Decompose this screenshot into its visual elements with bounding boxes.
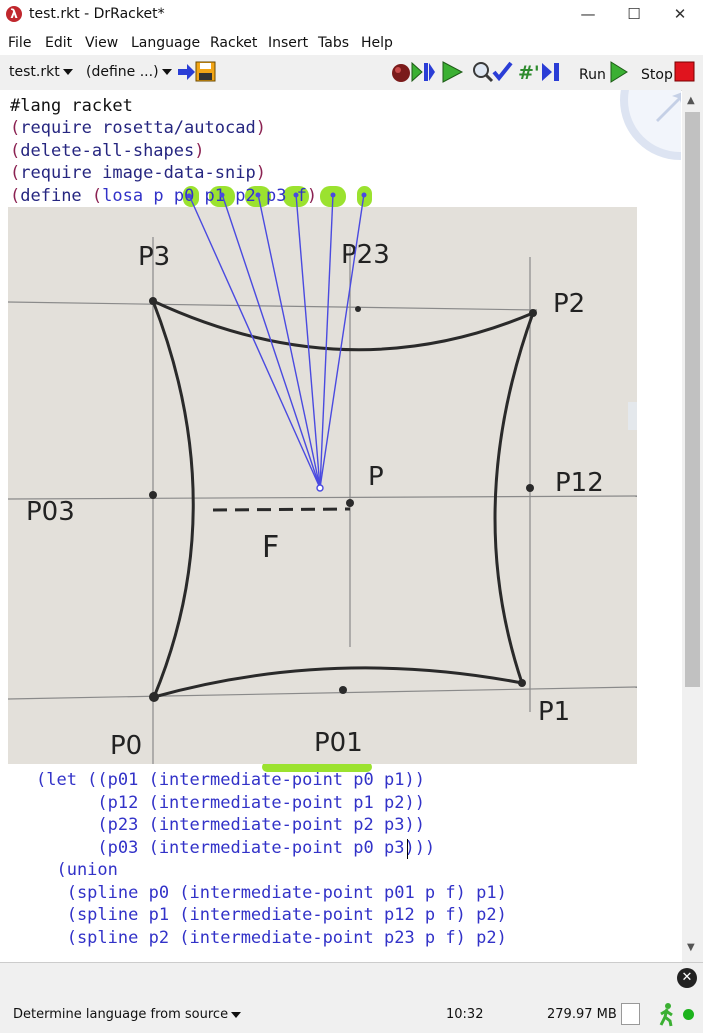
memory-usage[interactable]: 279.97 MB	[547, 1007, 617, 1022]
language-selector[interactable]: Determine language from source	[13, 1007, 242, 1022]
close-pane-icon[interactable]: ✕	[677, 968, 697, 988]
language-label: Determine language from source	[13, 1007, 229, 1022]
walking-man-icon	[659, 1003, 673, 1027]
cursor-position: 10:32	[446, 1007, 484, 1022]
scroll-down-icon[interactable]: ▼	[687, 942, 695, 953]
scrollbar-thumb[interactable]	[685, 112, 700, 687]
status-indicator-icon	[683, 1009, 694, 1020]
binding-arrows	[186, 192, 367, 492]
status-bar: ✕ Determine language from source 10:32 2…	[0, 962, 703, 1033]
vertical-scrollbar[interactable]: ▲ ▼	[682, 90, 703, 962]
gc-indicator	[621, 1003, 640, 1025]
chevron-down-icon	[231, 1011, 242, 1018]
scroll-up-icon[interactable]: ▲	[687, 95, 695, 106]
